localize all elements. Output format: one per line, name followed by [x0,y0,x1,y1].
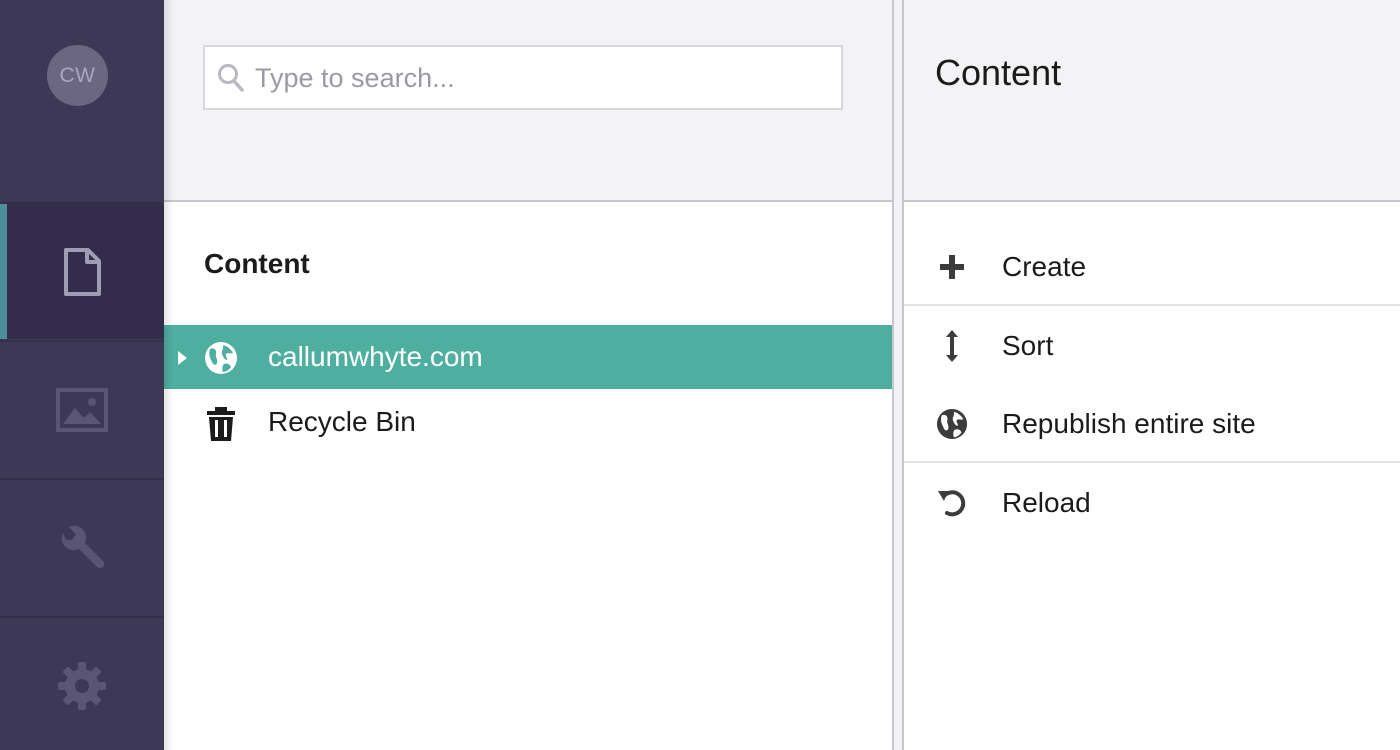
globe-icon [936,408,968,440]
gear-icon [56,660,108,712]
action-label: Reload [1002,487,1091,518]
action-create[interactable]: Create [904,235,1400,299]
action-label: Create [1002,251,1087,282]
action-reload[interactable]: Reload [904,471,1400,535]
search-box[interactable] [203,45,843,110]
actions-panel: Content Create Sort Republish entire sit… [904,0,1400,750]
tree-node-label: Recycle Bin [268,406,416,437]
actions-header: Content [904,0,1400,202]
action-label: Republish entire site [1002,408,1256,439]
action-republish[interactable]: Republish entire site [904,392,1400,456]
panel-divider[interactable] [892,0,904,750]
tree-node-site[interactable]: callumwhyte.com [164,325,892,389]
plus-icon [936,251,968,283]
tree-header [164,0,892,202]
nav-item-media[interactable] [0,340,164,477]
document-icon [62,247,102,297]
user-avatar[interactable]: CW [47,45,108,106]
tree-node-label: callumwhyte.com [268,341,483,372]
rail-header: CW [0,0,164,202]
wrench-icon [57,523,107,573]
trash-icon [204,406,238,447]
navigation-rail: CW [0,0,164,750]
nav-item-developer[interactable] [0,478,164,615]
actions-panel-title: Content [935,52,1062,93]
tree-section-title: Content [204,248,310,279]
action-separator [904,304,1400,306]
sort-arrows-icon [936,330,968,362]
action-separator [904,461,1400,463]
image-icon [56,387,108,432]
search-input[interactable] [255,59,825,97]
reload-icon [936,487,968,519]
tree-node-recycle-bin[interactable]: Recycle Bin [164,390,892,454]
globe-icon [204,341,238,380]
nav-item-content[interactable] [0,202,164,339]
user-initials: CW [59,63,96,87]
expand-caret-icon[interactable] [178,351,187,365]
search-icon [217,63,245,98]
content-tree-panel: Content callumwhyte.com Recycle Bin [164,0,892,750]
action-sort[interactable]: Sort [904,314,1400,378]
action-label: Sort [1002,330,1054,361]
nav-item-settings[interactable] [0,616,164,750]
